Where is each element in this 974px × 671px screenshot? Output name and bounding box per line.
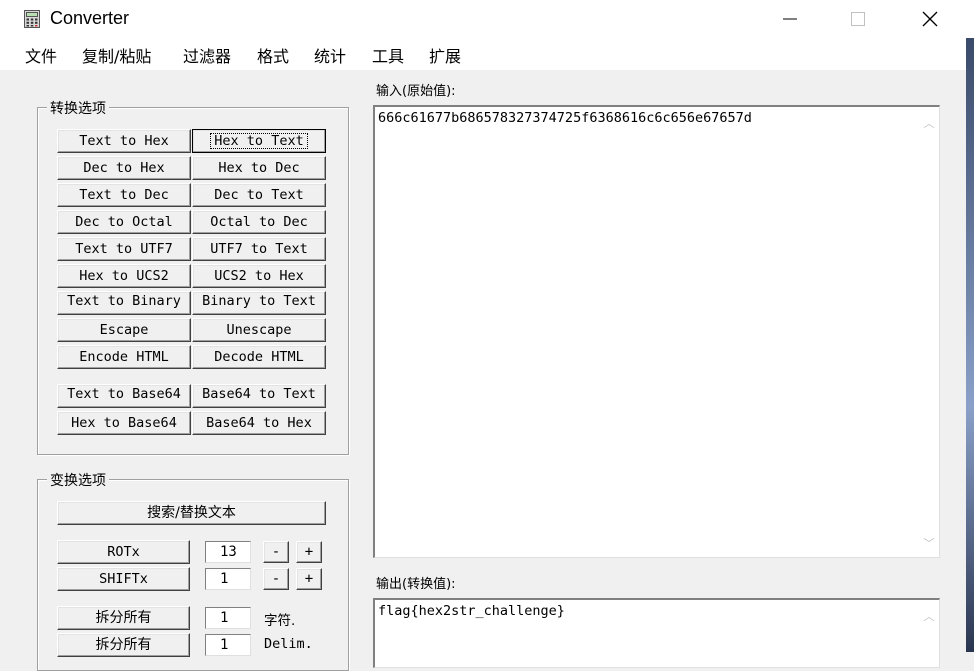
shiftx-button[interactable]: SHIFTx xyxy=(57,567,190,591)
input-text: 666c61677b686578327374725f6368616c6c656e… xyxy=(378,110,752,126)
menu-copy-paste[interactable]: 复制/粘贴 xyxy=(82,43,151,67)
octal-to-dec-button[interactable]: Octal to Dec xyxy=(192,210,326,234)
scroll-down-icon[interactable]: ﹀ xyxy=(919,533,939,553)
rot-increment-button[interactable]: + xyxy=(296,541,322,563)
split-chars-button[interactable]: 拆分所有 xyxy=(57,606,190,630)
menu-filter[interactable]: 过滤器 xyxy=(183,43,231,67)
rot-value-field[interactable]: 13 xyxy=(205,541,251,563)
close-icon xyxy=(922,11,938,27)
minimize-icon xyxy=(783,18,797,20)
input-label: 输入(原始值): xyxy=(376,84,456,99)
scroll-up-icon[interactable]: ︿ xyxy=(919,606,939,626)
output-text: flag{hex2str_challenge} xyxy=(378,603,565,619)
menu-extensions[interactable]: 扩展 xyxy=(429,43,461,67)
menu-statistics[interactable]: 统计 xyxy=(314,43,346,67)
decode-html-button[interactable]: Decode HTML xyxy=(192,345,326,369)
unescape-button[interactable]: Unescape xyxy=(192,318,326,342)
minimize-button[interactable] xyxy=(767,0,813,38)
dec-to-octal-button[interactable]: Dec to Octal xyxy=(57,210,191,234)
split-chars-unit: 字符. xyxy=(264,613,296,629)
split-chars-field[interactable]: 1 xyxy=(205,607,251,629)
utf7-to-text-button[interactable]: UTF7 to Text xyxy=(192,237,326,261)
base64-to-text-button[interactable]: Base64 to Text xyxy=(192,384,326,408)
split-delim-unit: Delim. xyxy=(264,636,313,652)
menu-tools[interactable]: 工具 xyxy=(372,43,404,67)
title-bar xyxy=(0,0,974,38)
output-label: 输出(转换值): xyxy=(376,577,456,592)
close-button[interactable] xyxy=(907,0,953,38)
hex-to-dec-button[interactable]: Hex to Dec xyxy=(192,156,326,180)
transform-options-label: 变换选项 xyxy=(47,470,109,490)
text-to-binary-button[interactable]: Text to Binary xyxy=(57,291,191,315)
maximize-icon xyxy=(851,12,865,26)
menu-format[interactable]: 格式 xyxy=(257,43,289,67)
output-textarea[interactable]: flag{hex2str_challenge} ︿ xyxy=(373,598,940,668)
text-to-dec-button[interactable]: Text to Dec xyxy=(57,183,191,207)
shift-decrement-button[interactable]: - xyxy=(263,568,289,590)
convert-options-label: 转换选项 xyxy=(47,98,109,118)
split-delim-field[interactable]: 1 xyxy=(205,634,251,656)
binary-to-text-button[interactable]: Binary to Text xyxy=(192,291,326,315)
window-title: Converter xyxy=(50,8,130,28)
text-to-hex-button[interactable]: Text to Hex xyxy=(57,129,191,153)
dec-to-hex-button[interactable]: Dec to Hex xyxy=(57,156,191,180)
split-delim-button[interactable]: 拆分所有 xyxy=(57,633,190,657)
text-to-utf7-button[interactable]: Text to UTF7 xyxy=(57,237,191,261)
escape-button[interactable]: Escape xyxy=(57,318,191,342)
desktop-background-edge xyxy=(966,38,974,652)
text-to-base64-button[interactable]: Text to Base64 xyxy=(57,384,191,408)
dec-to-text-button[interactable]: Dec to Text xyxy=(192,183,326,207)
input-scrollbar[interactable]: ︿ ﹀ xyxy=(919,107,939,557)
rot-decrement-button[interactable]: - xyxy=(263,541,289,563)
search-replace-button[interactable]: 搜索/替换文本 xyxy=(57,501,326,525)
hex-to-ucs2-button[interactable]: Hex to UCS2 xyxy=(57,264,191,288)
ucs2-to-hex-button[interactable]: UCS2 to Hex xyxy=(192,264,326,288)
calculator-icon xyxy=(24,10,40,28)
scroll-up-icon[interactable]: ︿ xyxy=(919,113,939,133)
base64-to-hex-button[interactable]: Base64 to Hex xyxy=(192,411,326,435)
menu-file[interactable]: 文件 xyxy=(25,43,57,67)
hex-to-base64-button[interactable]: Hex to Base64 xyxy=(57,411,191,435)
shift-increment-button[interactable]: + xyxy=(296,568,322,590)
output-scrollbar[interactable]: ︿ xyxy=(919,600,939,667)
input-textarea[interactable]: 666c61677b686578327374725f6368616c6c656e… xyxy=(373,105,940,558)
encode-html-button[interactable]: Encode HTML xyxy=(57,345,191,369)
hex-to-text-button[interactable]: Hex to Text xyxy=(192,129,326,153)
shift-value-field[interactable]: 1 xyxy=(205,568,251,590)
maximize-button[interactable] xyxy=(835,0,881,38)
rotx-button[interactable]: ROTx xyxy=(57,540,190,564)
